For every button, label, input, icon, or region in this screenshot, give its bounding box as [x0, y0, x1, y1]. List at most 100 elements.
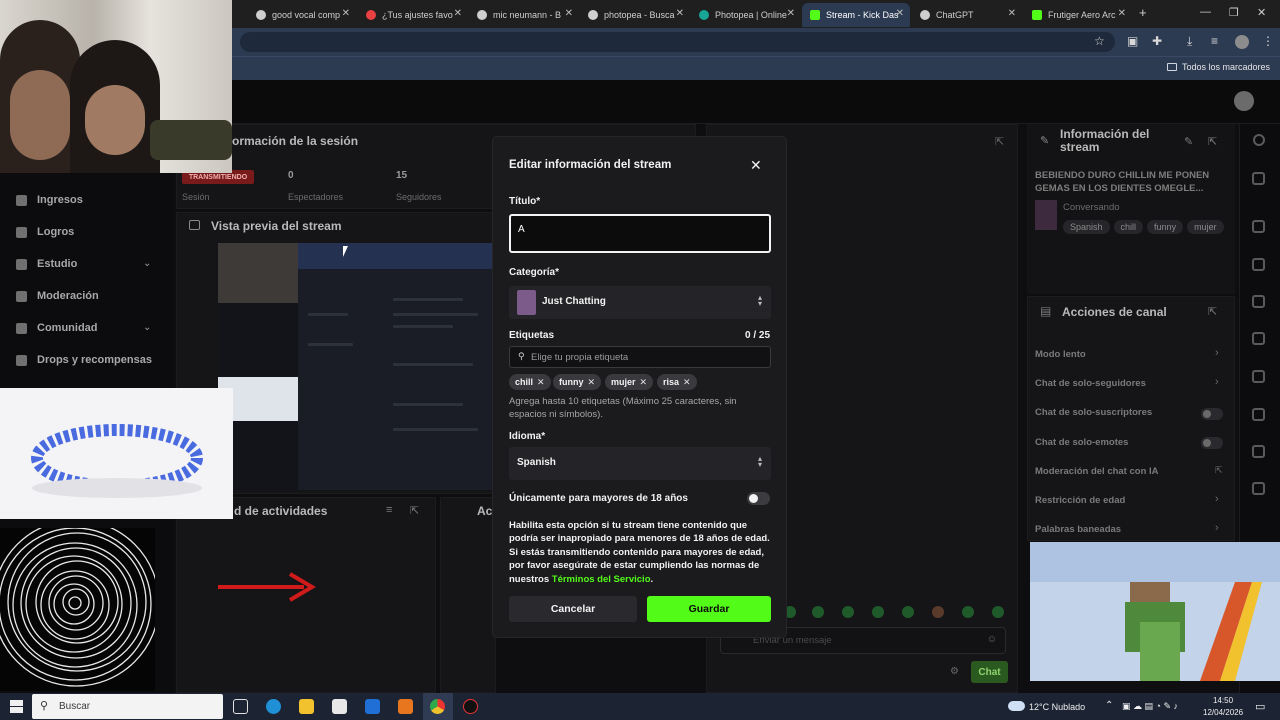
remove-tag-icon[interactable]: ✕	[683, 377, 691, 388]
popout-icon[interactable]: ⇱	[995, 135, 1004, 148]
emotes-only-toggle[interactable]	[1201, 437, 1223, 449]
edit-icon[interactable]: ✎	[1184, 135, 1193, 148]
tab-close-icon[interactable]	[232, 3, 248, 27]
browser-tab[interactable]: ¿Tus ajustes favo ✕	[358, 3, 468, 27]
all-bookmarks-link[interactable]: Todos los marcadores	[1166, 62, 1270, 72]
stream-title-input[interactable]: A	[509, 214, 771, 253]
browser-tab-active[interactable]: Stream - Kick Das ✕	[802, 3, 910, 27]
terms-link[interactable]: Términos del Servicio	[552, 574, 651, 585]
tags-search-input[interactable]: ⚲ Elige tu propia etiqueta	[509, 346, 771, 368]
gear-icon[interactable]: ⚙	[950, 666, 959, 677]
close-icon[interactable]: ✕	[454, 8, 462, 19]
adult-content-toggle[interactable]	[747, 492, 770, 505]
file-explorer-icon[interactable]	[299, 699, 314, 714]
task-view-icon[interactable]	[233, 699, 248, 714]
popout-icon[interactable]: ⇱	[1208, 305, 1217, 318]
close-icon[interactable]: ✕	[896, 8, 904, 19]
close-icon[interactable]: ✕	[342, 8, 350, 19]
close-icon[interactable]: ✕	[787, 8, 795, 19]
action-subscribers-only[interactable]: Chat de solo-suscriptores	[1035, 407, 1152, 418]
profile-avatar[interactable]	[1235, 35, 1249, 49]
taskbar-search-input[interactable]: ⚲ Buscar	[32, 694, 223, 719]
action-ai-moderation[interactable]: Moderación del chat con IA	[1035, 466, 1159, 477]
emote-icon[interactable]	[872, 606, 884, 618]
document-icon[interactable]	[1252, 295, 1265, 308]
close-icon[interactable]: ✕	[1008, 8, 1016, 19]
window-close-icon[interactable]: ✕	[1257, 6, 1266, 19]
sidebar-item-comunidad[interactable]: Comunidad	[16, 322, 98, 334]
action-followers-only[interactable]: Chat de solo-seguidores	[1035, 378, 1146, 389]
share-icon[interactable]	[1252, 482, 1265, 495]
new-tab-button[interactable]: +	[1139, 5, 1147, 20]
chevron-right-icon[interactable]: ›	[1215, 376, 1219, 388]
close-icon[interactable]: ✕	[676, 8, 684, 19]
emote-icon[interactable]	[962, 606, 974, 618]
notifications-icon[interactable]: ▭	[1255, 700, 1265, 713]
menu-icon[interactable]: ⋮	[1262, 34, 1274, 48]
obs-icon[interactable]	[463, 699, 478, 714]
close-icon[interactable]: ✕	[1118, 8, 1126, 19]
sidebar-item-estudio[interactable]: Estudio	[16, 258, 77, 270]
tag-chip[interactable]: mujer ✕	[605, 374, 654, 390]
browser-tab[interactable]: mic neumann - B ✕	[469, 3, 579, 27]
emote-icon[interactable]	[932, 606, 944, 618]
close-icon[interactable]: ✕	[565, 8, 573, 19]
emoji-icon[interactable]: ☺	[987, 634, 997, 645]
user-avatar[interactable]	[1234, 91, 1254, 111]
filter-icon[interactable]: ≡	[386, 504, 392, 516]
emote-icon[interactable]	[812, 606, 824, 618]
emote-icon[interactable]	[842, 606, 854, 618]
grid-icon[interactable]	[1252, 408, 1265, 421]
message-icon[interactable]	[1252, 332, 1265, 345]
sidebar-item-ingresos[interactable]: Ingresos	[16, 194, 83, 206]
broadcast-icon[interactable]	[1252, 370, 1265, 383]
info-icon[interactable]	[1253, 134, 1265, 146]
browser-tab[interactable]: Photopea | Online ✕	[691, 3, 801, 27]
remove-tag-icon[interactable]: ✕	[537, 377, 545, 388]
popout-icon[interactable]: ⇱	[410, 504, 419, 517]
windows-start-icon[interactable]	[10, 700, 23, 713]
mail-icon[interactable]	[365, 699, 380, 714]
external-link-icon[interactable]: ⇱	[1215, 465, 1223, 476]
remove-tag-icon[interactable]: ✕	[640, 377, 648, 388]
edit-icon[interactable]	[1252, 172, 1265, 185]
chat-send-button[interactable]: Chat	[971, 661, 1008, 683]
action-slow-mode[interactable]: Modo lento	[1035, 349, 1086, 360]
restore-icon[interactable]: ❐	[1229, 6, 1239, 19]
store-icon[interactable]	[332, 699, 347, 714]
bookmark-star-icon[interactable]: ☆	[1094, 34, 1105, 48]
bolt-icon[interactable]	[1252, 258, 1265, 271]
media-icon[interactable]: ≡	[1211, 34, 1218, 48]
save-button[interactable]: Guardar	[647, 596, 771, 622]
clock-date[interactable]: 12/04/2026	[1203, 708, 1243, 717]
sidebar-item-moderacion[interactable]: Moderación	[16, 290, 99, 302]
action-emotes-only[interactable]: Chat de solo-emotes	[1035, 437, 1128, 448]
tag-chip[interactable]: funny ✕	[553, 374, 602, 390]
puzzle-icon[interactable]: ✚	[1152, 34, 1162, 48]
action-banned-words[interactable]: Palabras baneadas	[1035, 524, 1121, 535]
emote-icon[interactable]	[992, 606, 1004, 618]
edge-icon[interactable]	[266, 699, 281, 714]
minimize-icon[interactable]: —	[1200, 6, 1211, 18]
tag-chip[interactable]: risa ✕	[657, 374, 697, 390]
emote-icon[interactable]	[902, 606, 914, 618]
browser-tab[interactable]: good vocal comp ✕	[248, 3, 356, 27]
tray-icons[interactable]: ▣ ☁ ▤ ◔ ✎ ♪	[1122, 701, 1178, 712]
download-icon[interactable]: ⤓	[1187, 34, 1192, 49]
chevron-down-icon[interactable]: ⌄	[143, 258, 151, 269]
browser-tab[interactable]: photopea - Busca ✕	[580, 3, 690, 27]
subscribers-only-toggle[interactable]	[1201, 408, 1223, 420]
tag-chip[interactable]: chill ✕	[509, 374, 551, 390]
extensions-icon[interactable]: ▣	[1127, 34, 1138, 48]
chrome-icon[interactable]	[430, 699, 445, 714]
sidebar-item-logros[interactable]: Logros	[16, 226, 74, 238]
modal-close-icon[interactable]: ✕	[750, 157, 762, 174]
chevron-up-icon[interactable]: ⌃	[1105, 700, 1113, 711]
cancel-button[interactable]: Cancelar	[509, 596, 637, 622]
remove-tag-icon[interactable]: ✕	[588, 377, 596, 388]
browser-tab[interactable]: ChatGPT ✕	[912, 3, 1022, 27]
chat-icon[interactable]	[1252, 220, 1265, 233]
clock-time[interactable]: 14:50	[1213, 696, 1233, 705]
chevron-down-icon[interactable]: ⌄	[143, 322, 151, 333]
weather-text[interactable]: 12°C Nublado	[1029, 702, 1085, 712]
